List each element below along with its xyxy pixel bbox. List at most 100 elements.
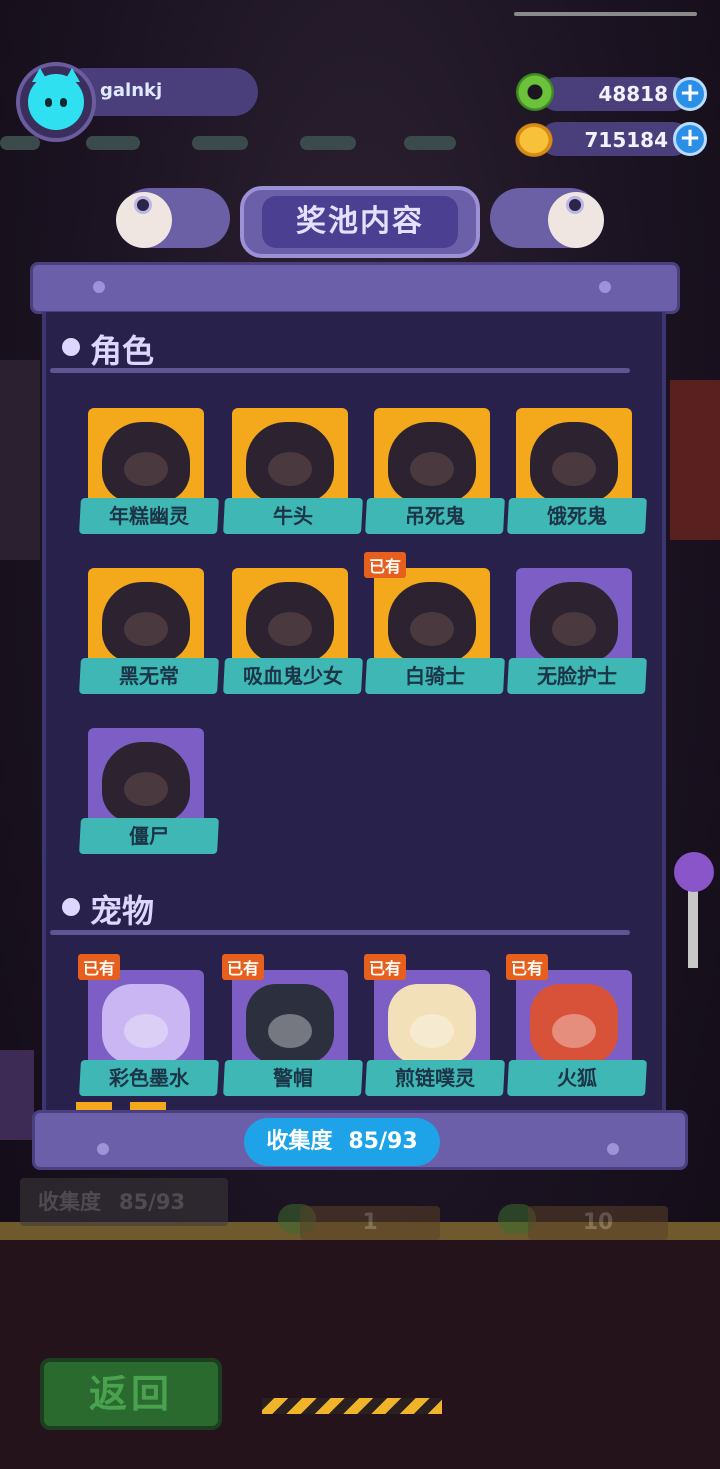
character-card[interactable]: 牛头 <box>223 408 364 538</box>
character-portrait <box>388 422 476 502</box>
machine-side-right <box>670 380 720 540</box>
character-portrait <box>388 582 476 662</box>
character-portrait <box>102 422 190 502</box>
cat-ear-icon <box>32 68 48 82</box>
avatar-eye <box>60 98 67 107</box>
character-card[interactable]: 白骑士 已有 <box>364 552 506 698</box>
lever-stick <box>688 888 698 968</box>
background-light <box>404 136 456 150</box>
machine-base <box>0 1238 720 1469</box>
prize-pool-list[interactable]: 角色 年糕幽灵 牛头 吊死鬼 饿死鬼 黑无常 吸血鬼少女 白骑士 已有 无脸护士 僵尸 宠物 彩色… <box>42 312 666 1112</box>
character-card[interactable]: 吸血鬼少女 <box>223 568 364 698</box>
owned-badge: 已有 <box>78 954 121 980</box>
character-name: 饿死鬼 <box>547 504 607 528</box>
character-portrait <box>246 582 334 662</box>
currency-planet-value: 715184 <box>584 128 669 152</box>
section-bullet <box>62 338 80 356</box>
panel-title: 奖池内容 <box>296 204 424 239</box>
character-face <box>268 612 312 646</box>
machine-collection-plate: 收集度 85/93 <box>20 1178 228 1226</box>
fish-eye <box>566 196 584 214</box>
character-name: 年糕幽灵 <box>109 504 189 528</box>
pet-face <box>410 1014 454 1048</box>
character-name: 黑无常 <box>119 664 179 688</box>
rivet <box>607 1143 619 1155</box>
collection-progress: 收集度 85/93 <box>244 1118 440 1166</box>
character-name: 吊死鬼 <box>405 504 465 528</box>
character-card[interactable]: 吊死鬼 <box>365 408 506 538</box>
pet-portrait <box>388 984 476 1064</box>
username: galnkj <box>100 80 163 101</box>
fish-ornament-right <box>480 178 610 258</box>
character-name: 吸血鬼少女 <box>243 664 343 688</box>
pet-portrait <box>102 984 190 1064</box>
currency-donut-value: 48818 <box>598 82 668 106</box>
cat-ear-icon <box>64 68 80 82</box>
owned-badge: 已有 <box>364 552 407 578</box>
pet-face <box>552 1014 596 1048</box>
character-face <box>268 452 312 486</box>
character-portrait <box>246 422 334 502</box>
background-light <box>86 136 140 150</box>
back-button[interactable]: 返回 <box>40 1358 222 1430</box>
character-portrait <box>102 582 190 662</box>
add-donut-button[interactable]: + <box>673 77 707 111</box>
avatar-eye <box>45 98 52 107</box>
background-light <box>0 136 40 150</box>
pet-name: 煎链噗灵 <box>395 1066 475 1090</box>
pet-card[interactable]: 彩色墨水 已有 <box>78 954 220 1100</box>
background-light <box>300 136 356 150</box>
character-face <box>410 452 454 486</box>
character-face <box>552 612 596 646</box>
character-name: 白骑士 <box>405 664 465 688</box>
pet-name: 彩色墨水 <box>109 1066 189 1090</box>
draw-once-cost[interactable]: 1 <box>300 1206 440 1240</box>
character-face <box>124 452 168 486</box>
green-donut-icon <box>516 73 554 111</box>
character-name: 僵尸 <box>129 824 169 848</box>
machine-side-left <box>0 360 40 560</box>
character-card[interactable]: 饿死鬼 <box>507 408 648 538</box>
machine-collection-label: 收集度 <box>38 1190 101 1214</box>
pet-name: 火狐 <box>557 1066 597 1090</box>
section-divider <box>50 368 630 373</box>
character-card[interactable]: 僵尸 <box>79 728 220 858</box>
owned-badge: 已有 <box>364 954 407 980</box>
machine-collection-value: 85/93 <box>119 1190 186 1214</box>
pet-face <box>124 1014 168 1048</box>
section-bullet <box>62 898 80 916</box>
character-portrait <box>530 582 618 662</box>
character-portrait <box>102 742 190 822</box>
golden-planet-icon <box>512 120 556 160</box>
hazard-stripe <box>262 1398 442 1414</box>
fish-eye <box>134 196 152 214</box>
character-card[interactable]: 黑无常 <box>79 568 220 698</box>
avatar[interactable] <box>28 68 84 130</box>
collection-value: 85/93 <box>348 1129 418 1154</box>
owned-badge: 已有 <box>506 954 549 980</box>
character-card[interactable]: 年糕幽灵 <box>79 408 220 538</box>
rivet <box>599 281 611 293</box>
draw-ten-cost[interactable]: 10 <box>528 1206 668 1240</box>
character-name: 无脸护士 <box>537 664 617 688</box>
character-name: 牛头 <box>273 504 313 528</box>
status-indicator <box>514 12 697 16</box>
pet-name: 警帽 <box>273 1066 313 1090</box>
machine-side-left-lower <box>0 1050 34 1140</box>
pet-card[interactable]: 火狐 已有 <box>506 954 648 1100</box>
section-divider <box>50 930 630 935</box>
pet-face <box>268 1014 312 1048</box>
pet-card[interactable]: 煎链噗灵 已有 <box>364 954 506 1100</box>
section-title-characters: 角色 <box>90 332 155 370</box>
lever-handle[interactable] <box>674 852 714 892</box>
character-face <box>410 612 454 646</box>
add-planet-button[interactable]: + <box>673 122 707 156</box>
owned-badge: 已有 <box>222 954 265 980</box>
rivet <box>93 281 105 293</box>
pet-card[interactable]: 警帽 已有 <box>222 954 364 1100</box>
character-card[interactable]: 无脸护士 <box>507 568 648 698</box>
panel-top-bar <box>30 262 680 314</box>
background-light <box>192 136 248 150</box>
pet-portrait <box>246 984 334 1064</box>
rivet <box>97 1143 109 1155</box>
